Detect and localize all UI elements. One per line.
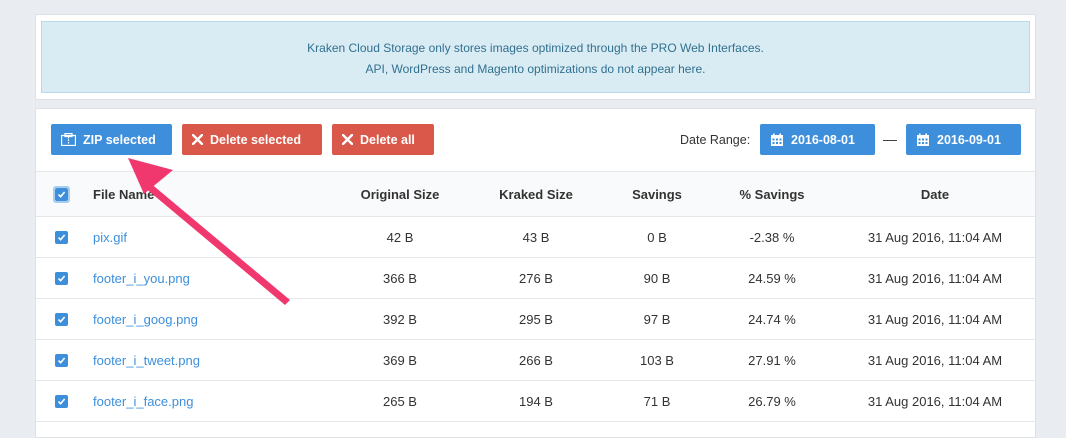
savings-cell: 0 B [647,229,667,245]
row-checkbox[interactable] [55,271,68,285]
date-from-picker[interactable]: 2016-08-01 [760,124,875,155]
delete-all-button[interactable]: Delete all [332,124,434,155]
close-icon [192,134,203,145]
col-kraked-size[interactable]: Kraked Size [467,172,605,216]
date-cell: 31 Aug 2016, 11:04 AM [867,393,1003,409]
zip-archive-icon [61,133,76,146]
col-date[interactable]: Date [845,172,1025,216]
notice-line-2: API, WordPress and Magento optimizations… [365,62,706,76]
row-checkbox[interactable] [55,353,68,367]
select-all-checkbox[interactable] [53,185,70,203]
checkmark-icon [57,356,66,364]
pct-savings-cell: 24.59 % [748,270,796,286]
pct-savings-cell: 24.74 % [748,311,796,327]
pct-savings-cell: 26.79 % [748,393,796,409]
col-pct-savings[interactable]: % Savings [709,172,835,216]
col-savings[interactable]: Savings [594,172,720,216]
col-file-name[interactable]: File Name [93,172,243,216]
date-from-value: 2016-08-01 [791,132,855,147]
table-row[interactable]: footer_i_face.png 265 B 194 B 71 B 26.79 % 31… [36,381,1035,422]
savings-cell: 71 B [643,393,671,409]
original-size-cell: 42 B [386,229,414,245]
files-panel: ZIP selected Delete selected Delete all … [35,108,1036,438]
checkmark-icon [57,274,66,282]
checkmark-icon [57,397,66,405]
col-original-size[interactable]: Original Size [331,172,469,216]
table-row[interactable]: footer_i_tweet.png 369 B 266 B 103 B 27.91 %… [36,340,1035,381]
original-size-cell: 366 B [383,270,417,286]
pct-savings-cell: 27.91 % [748,352,796,368]
file-name-link[interactable]: footer_i_face.png [93,381,293,421]
kraked-size-cell: 266 B [519,352,553,368]
calendar-icon [916,133,930,147]
notice-line-1: Kraken Cloud Storage only stores images … [307,41,764,55]
row-checkbox[interactable] [55,312,68,326]
savings-cell: 90 B [643,270,671,286]
delete-selected-label: Delete selected [210,132,302,147]
date-to-picker[interactable]: 2016-09-01 [906,124,1021,155]
table-row[interactable]: footer_i_you.png 366 B 276 B 90 B 24.59 % 31 … [36,258,1035,299]
date-cell: 31 Aug 2016, 11:04 AM [867,311,1003,327]
table-row[interactable]: footer_i_goog.png 392 B 295 B 97 B 24.74 % 31… [36,299,1035,340]
notice-card: Kraken Cloud Storage only stores images … [35,14,1036,100]
file-name-link[interactable]: footer_i_you.png [93,258,293,298]
date-to-value: 2016-09-01 [937,132,1001,147]
file-name-link[interactable]: pix.gif [93,217,293,257]
kraked-size-cell: 276 B [519,270,553,286]
kraked-size-cell: 295 B [519,311,553,327]
row-checkbox[interactable] [55,394,68,408]
checkmark-icon [57,315,66,323]
original-size-cell: 392 B [383,311,417,327]
original-size-cell: 369 B [383,352,417,368]
savings-cell: 97 B [643,311,671,327]
close-icon [342,134,353,145]
date-range-label: Date Range: [680,133,751,147]
info-notice: Kraken Cloud Storage only stores images … [41,21,1030,93]
pct-savings-cell: -2.38 % [749,229,795,245]
savings-cell: 103 B [640,352,674,368]
delete-all-label: Delete all [360,132,415,147]
file-name-link[interactable]: footer_i_goog.png [93,299,293,339]
date-cell: 31 Aug 2016, 11:04 AM [867,229,1003,245]
date-separator: — [883,131,897,147]
original-size-cell: 265 B [383,393,417,409]
kraked-size-cell: 194 B [519,393,553,409]
zip-selected-label: ZIP selected [83,132,156,147]
zip-selected-button[interactable]: ZIP selected [51,124,172,155]
calendar-icon [770,133,784,147]
file-name-link[interactable]: footer_i_tweet.png [93,340,293,380]
date-cell: 31 Aug 2016, 11:04 AM [867,270,1003,286]
kraked-size-cell: 43 B [522,229,550,245]
table-row[interactable]: pix.gif 42 B 43 B 0 B -2.38 % 31 Aug 2016, 11… [36,217,1035,258]
table-header: File Name Original Size Kraked Size Savi… [36,171,1035,217]
row-checkbox[interactable] [55,230,68,244]
delete-selected-button[interactable]: Delete selected [182,124,322,155]
checkmark-icon [55,187,68,201]
date-cell: 31 Aug 2016, 11:04 AM [867,352,1003,368]
checkmark-icon [57,233,66,241]
